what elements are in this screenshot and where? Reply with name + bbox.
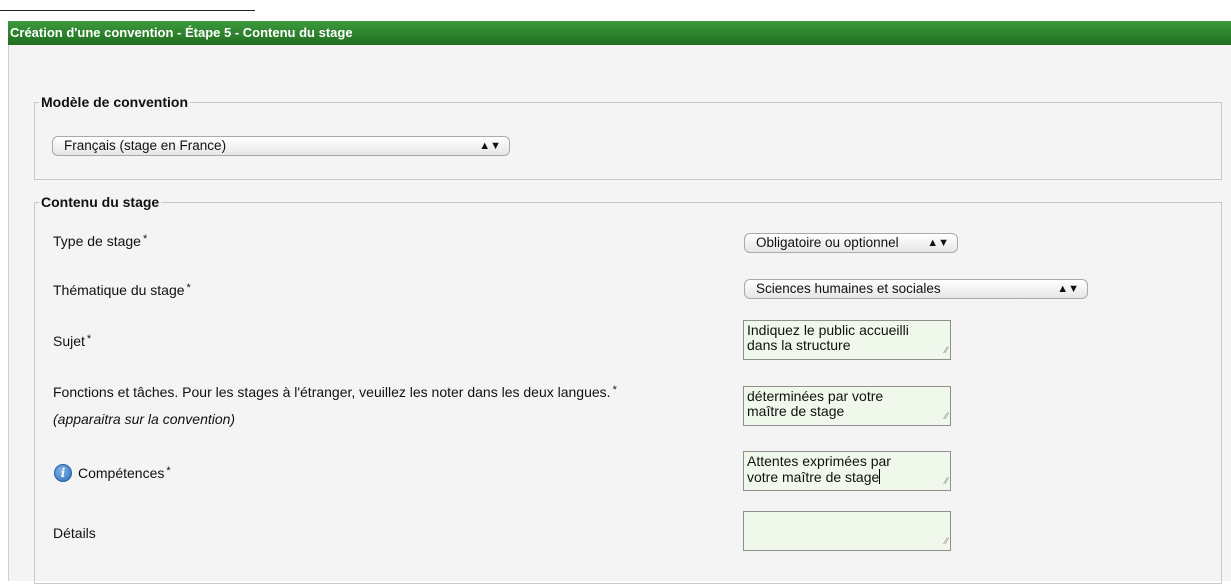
resize-grip-icon[interactable]: ⁄⁄ <box>945 343 948 358</box>
resize-grip-icon[interactable]: ⁄⁄ <box>945 409 948 424</box>
top-divider-line <box>0 10 255 11</box>
content-legend: Contenu du stage <box>41 194 160 210</box>
text-cursor <box>879 469 881 484</box>
competences-textarea[interactable]: Attentes exprimées par votre maître de s… <box>743 451 951 491</box>
fonctions-label: Fonctions et tâches. Pour les stages à l… <box>53 384 617 400</box>
model-select[interactable]: Français (stage en France) ▲▼ <box>52 136 510 156</box>
fonctions-textarea[interactable]: déterminées par votre maître de stage ⁄⁄ <box>743 386 951 426</box>
page-title-bar: Création d'une convention - Étape 5 - Co… <box>8 21 1231 45</box>
info-icon[interactable]: i <box>54 464 72 482</box>
up-down-arrows-icon: ▲▼ <box>479 140 501 152</box>
details-label: Détails <box>53 525 96 541</box>
thematique-label: Thématique du stage * <box>53 282 191 298</box>
sujet-label: Sujet * <box>53 333 92 349</box>
type-stage-label: Type de stage * <box>53 233 148 249</box>
model-legend: Modèle de convention <box>41 94 189 110</box>
type-stage-select[interactable]: Obligatoire ou optionnel ▲▼ <box>744 233 958 253</box>
page-title: Création d'une convention - Étape 5 - Co… <box>10 25 353 40</box>
sujet-textarea[interactable]: Indiquez le public accueilli dans la str… <box>743 320 951 360</box>
competences-label: Compétences * <box>78 465 171 481</box>
up-down-arrows-icon: ▲▼ <box>1057 283 1079 295</box>
thematique-select[interactable]: Sciences humaines et sociales ▲▼ <box>744 279 1088 299</box>
resize-grip-icon[interactable]: ⁄⁄ <box>945 474 948 489</box>
fonctions-note: (apparaitra sur la convention) <box>53 411 236 427</box>
thematique-select-value: Sciences humaines et sociales <box>756 281 941 296</box>
up-down-arrows-icon: ▲▼ <box>927 237 949 249</box>
details-textarea[interactable]: ⁄⁄ <box>743 511 951 551</box>
resize-grip-icon[interactable]: ⁄⁄ <box>945 534 948 549</box>
model-select-value: Français (stage en France) <box>64 138 227 153</box>
type-stage-select-value: Obligatoire ou optionnel <box>756 235 899 250</box>
